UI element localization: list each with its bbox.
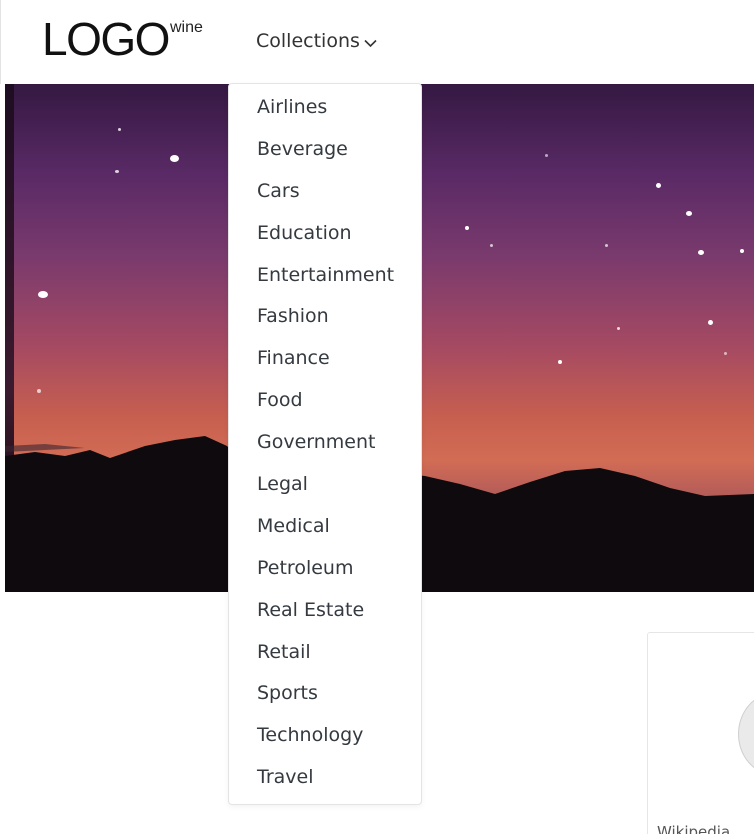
dropdown-item-cars[interactable]: Cars	[229, 179, 421, 221]
dropdown-item-education[interactable]: Education	[229, 221, 421, 263]
dropdown-item-retail[interactable]: Retail	[229, 640, 421, 682]
side-card[interactable]: Wikipedia	[647, 632, 754, 834]
dropdown-item-entertainment[interactable]: Entertainment	[229, 263, 421, 305]
dropdown-item-real-estate[interactable]: Real Estate	[229, 598, 421, 640]
dropdown-item-medical[interactable]: Medical	[229, 514, 421, 556]
site-header: LOGO wine Collections	[0, 0, 754, 84]
dropdown-item-fashion[interactable]: Fashion	[229, 304, 421, 346]
dropdown-item-petroleum[interactable]: Petroleum	[229, 556, 421, 598]
dropdown-item-government[interactable]: Government	[229, 430, 421, 472]
collections-menu-toggle[interactable]: Collections	[256, 28, 377, 54]
globe-icon	[738, 693, 754, 775]
dropdown-item-food[interactable]: Food	[229, 388, 421, 430]
dropdown-item-travel[interactable]: Travel	[229, 765, 421, 807]
side-card-caption: Wikipedia	[657, 823, 731, 834]
dropdown-item-beverage[interactable]: Beverage	[229, 137, 421, 179]
chevron-down-icon	[364, 31, 377, 53]
dropdown-item-legal[interactable]: Legal	[229, 472, 421, 514]
dropdown-item-airlines[interactable]: Airlines	[229, 95, 421, 137]
dropdown-item-finance[interactable]: Finance	[229, 346, 421, 388]
collections-label: Collections	[256, 30, 360, 52]
logo-text: LOGO	[42, 13, 170, 65]
collections-dropdown: Airlines Beverage Cars Education Entertainme…	[228, 83, 422, 805]
logo-superscript: wine	[170, 19, 203, 36]
dropdown-item-sports[interactable]: Sports	[229, 681, 421, 723]
collections-list: Airlines Beverage Cars Education Entertainme…	[229, 84, 421, 807]
dropdown-item-technology[interactable]: Technology	[229, 723, 421, 765]
page: LOGO wine Collections Wikipedia Airlines…	[0, 0, 754, 834]
